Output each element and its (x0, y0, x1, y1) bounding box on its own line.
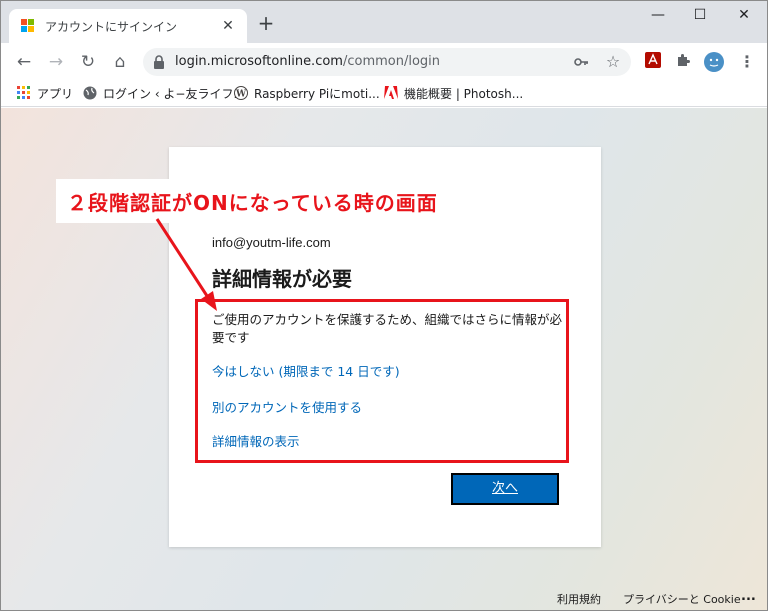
bookmark-apps[interactable]: アプリ (17, 85, 73, 103)
address-bar[interactable]: login.microsoftonline.com/common/login ☆ (143, 48, 631, 76)
browser-menu-icon[interactable]: ⋮ (737, 52, 757, 72)
microsoft-logo-icon (21, 19, 35, 33)
bookmark-star-icon[interactable]: ☆ (603, 52, 623, 72)
browser-window: アカウントにサインイン ✕ + — ☐ ✕ ← → ↻ ⌂ login.micr… (0, 0, 768, 611)
lock-icon (154, 55, 164, 69)
privacy-cookie-link[interactable]: プライバシーと Cookie (623, 591, 741, 607)
annotation-highlight-box (195, 299, 569, 463)
next-button[interactable]: 次へ (451, 473, 559, 505)
profile-avatar-icon[interactable] (704, 52, 724, 72)
url-text: login.microsoftonline.com/common/login (175, 54, 441, 69)
key-icon[interactable] (571, 52, 591, 72)
home-button[interactable]: ⌂ (109, 51, 131, 73)
browser-toolbar: ← → ↻ ⌂ login.microsoftonline.com/common… (1, 43, 767, 81)
globe-icon (83, 86, 97, 100)
back-button[interactable]: ← (13, 51, 35, 73)
wordpress-icon: W (234, 86, 248, 100)
page-title: 詳細情報が必要 (212, 267, 352, 291)
annotation-label: ２段階認証がONになっている時の画面 (67, 191, 438, 215)
adobe-acrobat-extension-icon[interactable] (643, 52, 663, 72)
browser-tab[interactable]: アカウントにサインイン ✕ (9, 9, 247, 43)
terms-link[interactable]: 利用規約 (557, 591, 601, 607)
maximize-button[interactable]: ☐ (685, 7, 715, 27)
more-options-icon[interactable]: ... (741, 589, 756, 604)
reload-button[interactable]: ↻ (77, 51, 99, 73)
bookmark-raspberry-pi[interactable]: W Raspberry Piにmoti... (234, 85, 380, 103)
bookmark-label: アプリ (37, 87, 74, 101)
bookmark-login[interactable]: ログイン ‹ よ−友ライフ... (83, 85, 245, 103)
forward-button[interactable]: → (45, 51, 67, 73)
bookmark-photoshop[interactable]: 機能概要 | Photosh... (384, 85, 523, 103)
extensions-puzzle-icon[interactable] (673, 52, 693, 72)
bookmark-label: 機能概要 | Photosh... (404, 87, 524, 101)
close-window-button[interactable]: ✕ (729, 7, 759, 27)
adobe-icon (384, 86, 398, 99)
bookmark-label: ログイン ‹ よ−友ライフ... (103, 87, 245, 101)
bookmark-label: Raspberry Piにmoti... (254, 87, 380, 101)
new-tab-button[interactable]: + (255, 13, 277, 35)
tab-close-icon[interactable]: ✕ (219, 17, 237, 35)
apps-grid-icon (17, 86, 30, 99)
tab-strip: アカウントにサインイン ✕ + — ☐ ✕ (1, 1, 767, 43)
bookmarks-bar: アプリ ログイン ‹ よ−友ライフ... W Raspberry Piにmoti.… (1, 81, 767, 107)
svg-text:W: W (235, 90, 247, 100)
tab-title: アカウントにサインイン (45, 20, 178, 34)
minimize-button[interactable]: — (643, 7, 673, 27)
